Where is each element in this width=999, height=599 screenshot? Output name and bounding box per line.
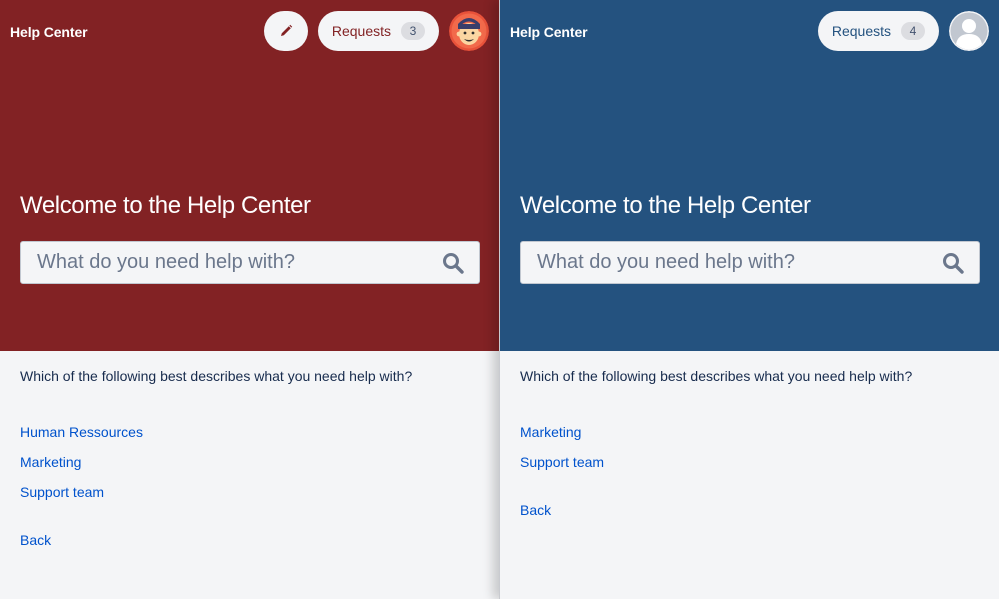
request-type-section: Which of the following best describes wh… <box>20 368 412 548</box>
requests-label: Requests <box>831 23 891 39</box>
help-question: Which of the following best describes wh… <box>520 368 913 384</box>
hero-banner: Help Center Requests 3 Welcome to the He… <box>0 0 499 351</box>
search-icon <box>943 252 964 274</box>
back-link[interactable]: Back <box>520 502 912 518</box>
user-avatar[interactable] <box>449 11 489 51</box>
hero-banner: Help Center Requests 4 Welcome to the He… <box>500 0 999 351</box>
requests-count-badge: 4 <box>901 22 925 40</box>
search-button[interactable] <box>433 243 473 283</box>
requests-button[interactable]: Requests 3 <box>317 11 439 51</box>
edit-button[interactable] <box>263 11 308 51</box>
group-list: Marketing Support team <box>520 422 912 482</box>
group-link-marketing[interactable]: Marketing <box>520 422 912 452</box>
brand-title[interactable]: Help Center <box>10 24 88 40</box>
help-center-panel-right: Help Center Requests 4 Welcome to the He… <box>499 0 999 599</box>
group-link-human-ressources[interactable]: Human Ressources <box>20 422 412 452</box>
search-input[interactable] <box>521 242 933 283</box>
group-link-support-team[interactable]: Support team <box>520 452 912 482</box>
search-icon <box>443 252 464 274</box>
group-list: Human Ressources Marketing Support team <box>20 422 412 512</box>
help-center-panel-left: Help Center Requests 3 Welcome to the He… <box>0 0 499 599</box>
back-link[interactable]: Back <box>20 532 412 548</box>
default-user-avatar-icon <box>949 11 989 51</box>
search-box[interactable] <box>520 241 980 284</box>
requests-label: Requests <box>331 23 391 39</box>
top-nav: Requests 3 <box>263 11 489 51</box>
request-type-section: Which of the following best describes wh… <box>520 368 912 518</box>
top-nav: Requests 4 <box>817 11 989 51</box>
search-button[interactable] <box>933 243 973 283</box>
requests-button[interactable]: Requests 4 <box>817 11 939 51</box>
group-link-support-team[interactable]: Support team <box>20 482 412 512</box>
welcome-heading: Welcome to the Help Center <box>520 192 811 219</box>
group-link-marketing[interactable]: Marketing <box>20 452 412 482</box>
user-avatar[interactable] <box>949 11 989 51</box>
cartoon-avatar-icon <box>449 11 489 51</box>
help-question: Which of the following best describes wh… <box>20 368 413 384</box>
pencil-icon <box>280 24 293 36</box>
brand-title[interactable]: Help Center <box>510 24 588 40</box>
search-box[interactable] <box>20 241 480 284</box>
search-input[interactable] <box>21 242 433 283</box>
welcome-heading: Welcome to the Help Center <box>20 192 311 219</box>
requests-count-badge: 3 <box>401 22 425 40</box>
